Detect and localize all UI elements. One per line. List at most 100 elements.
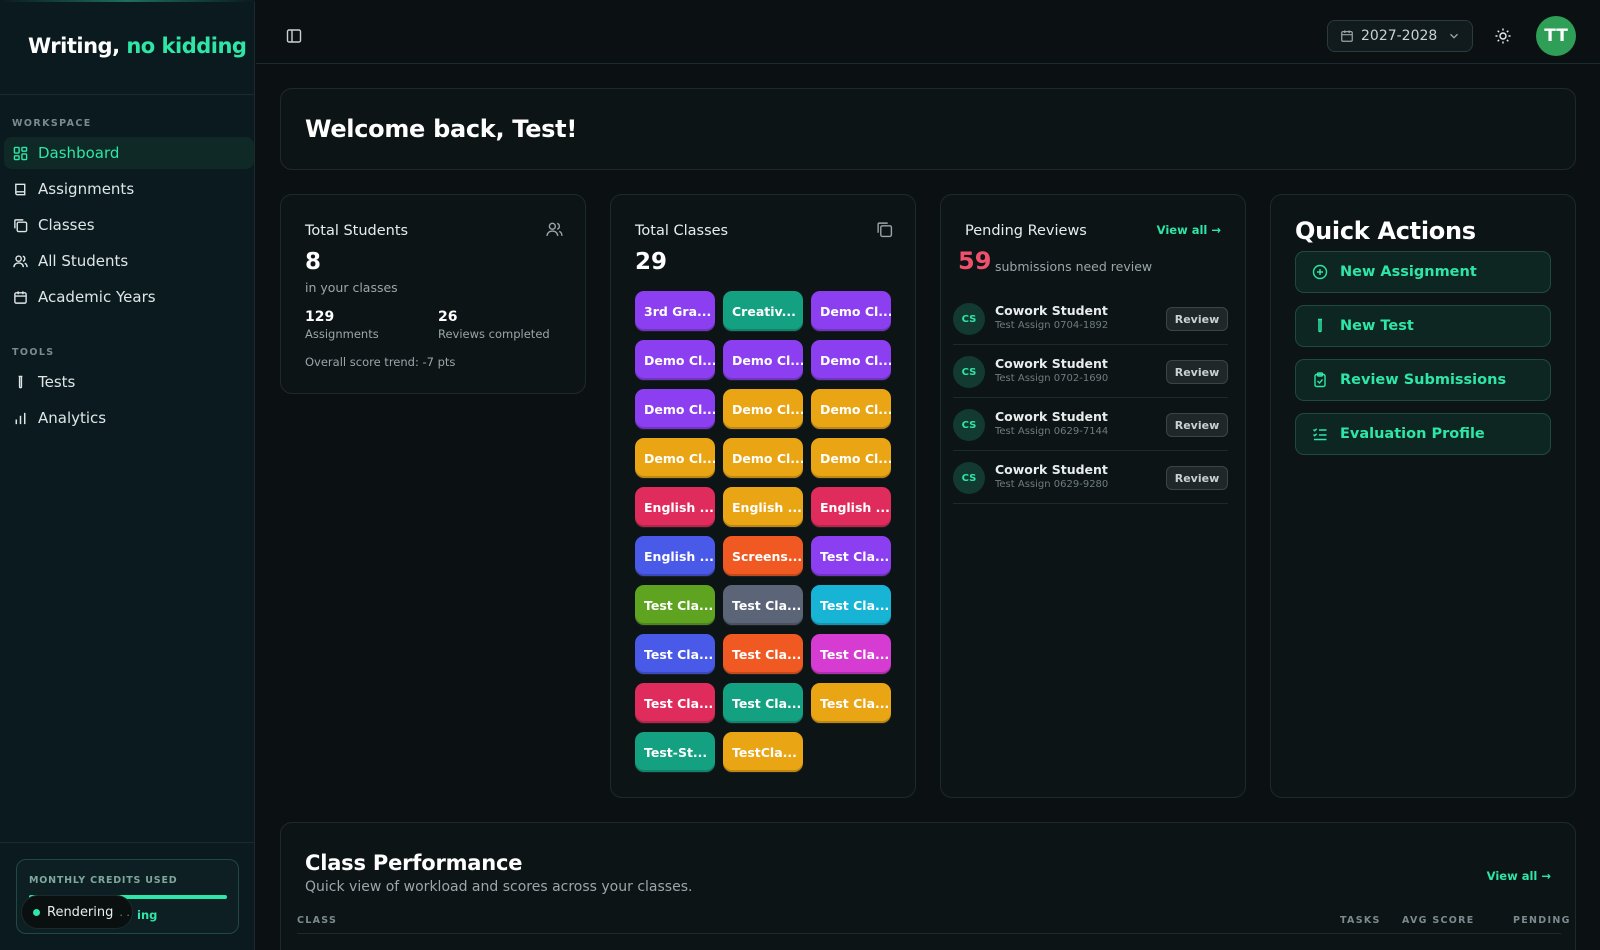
review-button[interactable]: Review	[1166, 307, 1228, 331]
total-students-value: 8	[305, 249, 322, 275]
pending-count-label: submissions need review	[995, 259, 1153, 274]
theme-toggle-sun-icon[interactable]	[1494, 27, 1512, 45]
class-chip[interactable]: TestCla...	[723, 732, 803, 772]
new-assignment-button[interactable]: New Assignment	[1295, 251, 1551, 293]
column-header-tasks[interactable]: TASKS	[1340, 915, 1381, 926]
sidebar-top-accent-line	[0, 0, 255, 2]
classes-icon	[10, 215, 30, 235]
class-chip[interactable]: Test-St...	[635, 732, 715, 772]
assignment-name: Test Assign 0629-9280	[995, 479, 1109, 490]
divider	[0, 94, 255, 95]
sidebar-item-label: Classes	[38, 216, 95, 234]
workspace-section-label: WORKSPACE	[12, 118, 92, 129]
class-chip[interactable]: English ...	[811, 487, 891, 527]
class-chip[interactable]: Test Cla...	[635, 634, 715, 674]
class-chip[interactable]: Test Cla...	[811, 683, 891, 723]
credits-label: MONTHLY CREDITS USED	[29, 875, 178, 886]
evaluation-profile-button[interactable]: Evaluation Profile	[1295, 413, 1551, 455]
button-label: New Test	[1340, 318, 1414, 334]
total-students-card: Total Students 8 in your classes 129 Ass…	[280, 194, 586, 394]
total-classes-value: 29	[635, 249, 668, 275]
class-chip[interactable]: Test Cla...	[635, 683, 715, 723]
column-header-avg-score[interactable]: AVG SCORE	[1402, 915, 1475, 926]
sidebar-toggle-icon[interactable]	[286, 28, 302, 44]
users-icon	[546, 221, 563, 238]
review-button[interactable]: Review	[1166, 360, 1228, 384]
class-chip[interactable]: English ...	[635, 487, 715, 527]
avatar: CS	[953, 303, 985, 335]
class-chip[interactable]: Demo Cl...	[635, 340, 715, 380]
assignment-name: Test Assign 0629-7144	[995, 426, 1109, 437]
card-title: Quick Actions	[1295, 217, 1476, 245]
class-chip[interactable]: Demo Cl...	[635, 438, 715, 478]
list-item[interactable]: CS Cowork Student Test Assign 0702-1690 …	[953, 346, 1228, 398]
clipboard-check-icon	[1314, 372, 1326, 388]
list-item[interactable]: CS Cowork Student Test Assign 0704-1892 …	[953, 293, 1228, 345]
new-test-button[interactable]: New Test	[1295, 305, 1551, 347]
sidebar-item-label: All Students	[38, 252, 129, 270]
student-name: Cowork Student	[995, 462, 1108, 477]
class-chip[interactable]: Screens...	[723, 536, 803, 576]
class-chip[interactable]: Demo Cl...	[811, 438, 891, 478]
review-button[interactable]: Review	[1166, 466, 1228, 490]
column-header-class[interactable]: CLASS	[297, 915, 337, 926]
class-chip[interactable]: Demo Cl...	[811, 291, 891, 331]
pending-reviews-card: Pending Reviews View all → 59 submission…	[940, 194, 1246, 798]
class-chip[interactable]: Test Cla...	[723, 683, 803, 723]
sidebar-item-tests[interactable]: Tests	[4, 366, 254, 398]
list-checks-icon	[1313, 428, 1327, 441]
quick-actions-card: Quick Actions New Assignment New Test Re…	[1270, 194, 1576, 798]
total-classes-card: Total Classes 29 3rd Gra... Creativ... Dem…	[610, 194, 916, 798]
class-chip[interactable]: Test Cla...	[723, 634, 803, 674]
class-chip[interactable]: Test Cla...	[635, 585, 715, 625]
list-item[interactable]: CS Cowork Student Test Assign 0629-7144 …	[953, 399, 1228, 451]
academic-year-select[interactable]: 2027-2028	[1327, 20, 1473, 52]
class-chip[interactable]: Demo Cl...	[723, 438, 803, 478]
class-chip[interactable]: Test Cla...	[723, 585, 803, 625]
sidebar-item-academic-years[interactable]: Academic Years	[4, 281, 254, 313]
review-button[interactable]: Review	[1166, 413, 1228, 437]
pending-count: 59	[958, 247, 992, 275]
sidebar-item-analytics[interactable]: Analytics	[4, 402, 254, 434]
class-performance-view-all-link[interactable]: View all →	[1487, 869, 1551, 883]
class-performance-card: Class Performance Quick view of workload…	[280, 822, 1576, 950]
sidebar-item-label: Analytics	[38, 409, 107, 427]
sidebar-item-dashboard[interactable]: Dashboard	[4, 137, 254, 169]
sidebar-item-assignments[interactable]: Assignments	[4, 173, 254, 205]
class-chip[interactable]: Test Cla...	[811, 536, 891, 576]
calendar-icon	[1341, 30, 1353, 42]
class-chip[interactable]: Demo Cl...	[635, 389, 715, 429]
column-header-pending[interactable]: PENDING	[1513, 915, 1571, 926]
rendering-label: Rendering	[47, 904, 114, 920]
class-chip[interactable]: Demo Cl...	[723, 389, 803, 429]
avatar: CS	[953, 356, 985, 388]
chevron-down-icon	[1450, 33, 1459, 39]
user-avatar[interactable]: TT	[1536, 16, 1576, 56]
welcome-card: Welcome back, Test!	[280, 88, 1576, 170]
card-title: Pending Reviews	[965, 223, 1087, 239]
test-tube-icon	[10, 372, 30, 392]
page-title: Welcome back, Test!	[305, 115, 577, 143]
class-chip[interactable]: English ...	[723, 487, 803, 527]
selected-year: 2027-2028	[1361, 28, 1438, 44]
status-dot	[33, 908, 40, 916]
rendering-status-indicator: Rendering . .	[21, 895, 133, 929]
class-chip[interactable]: Demo Cl...	[811, 340, 891, 380]
class-chip[interactable]: 3rd Gra...	[635, 291, 715, 331]
class-chip[interactable]: English ...	[635, 536, 715, 576]
brand-logo[interactable]: Writing, no kidding	[28, 34, 247, 58]
button-label: Review Submissions	[1340, 372, 1507, 388]
pending-reviews-view-all-link[interactable]: View all →	[1157, 223, 1221, 237]
class-chip[interactable]: Test Cla...	[811, 634, 891, 674]
list-item[interactable]: CS Cowork Student Test Assign 0629-9280 …	[953, 452, 1228, 504]
button-label: New Assignment	[1340, 264, 1477, 280]
sidebar-item-classes[interactable]: Classes	[4, 209, 254, 241]
class-chip[interactable]: Demo Cl...	[723, 340, 803, 380]
class-chip[interactable]: Creativ...	[723, 291, 803, 331]
sidebar-item-all-students[interactable]: All Students	[4, 245, 254, 277]
brand-accent: no kidding	[126, 34, 247, 58]
divider	[0, 842, 255, 843]
review-submissions-button[interactable]: Review Submissions	[1295, 359, 1551, 401]
class-chip[interactable]: Test Cla...	[811, 585, 891, 625]
class-chip[interactable]: Demo Cl...	[811, 389, 891, 429]
